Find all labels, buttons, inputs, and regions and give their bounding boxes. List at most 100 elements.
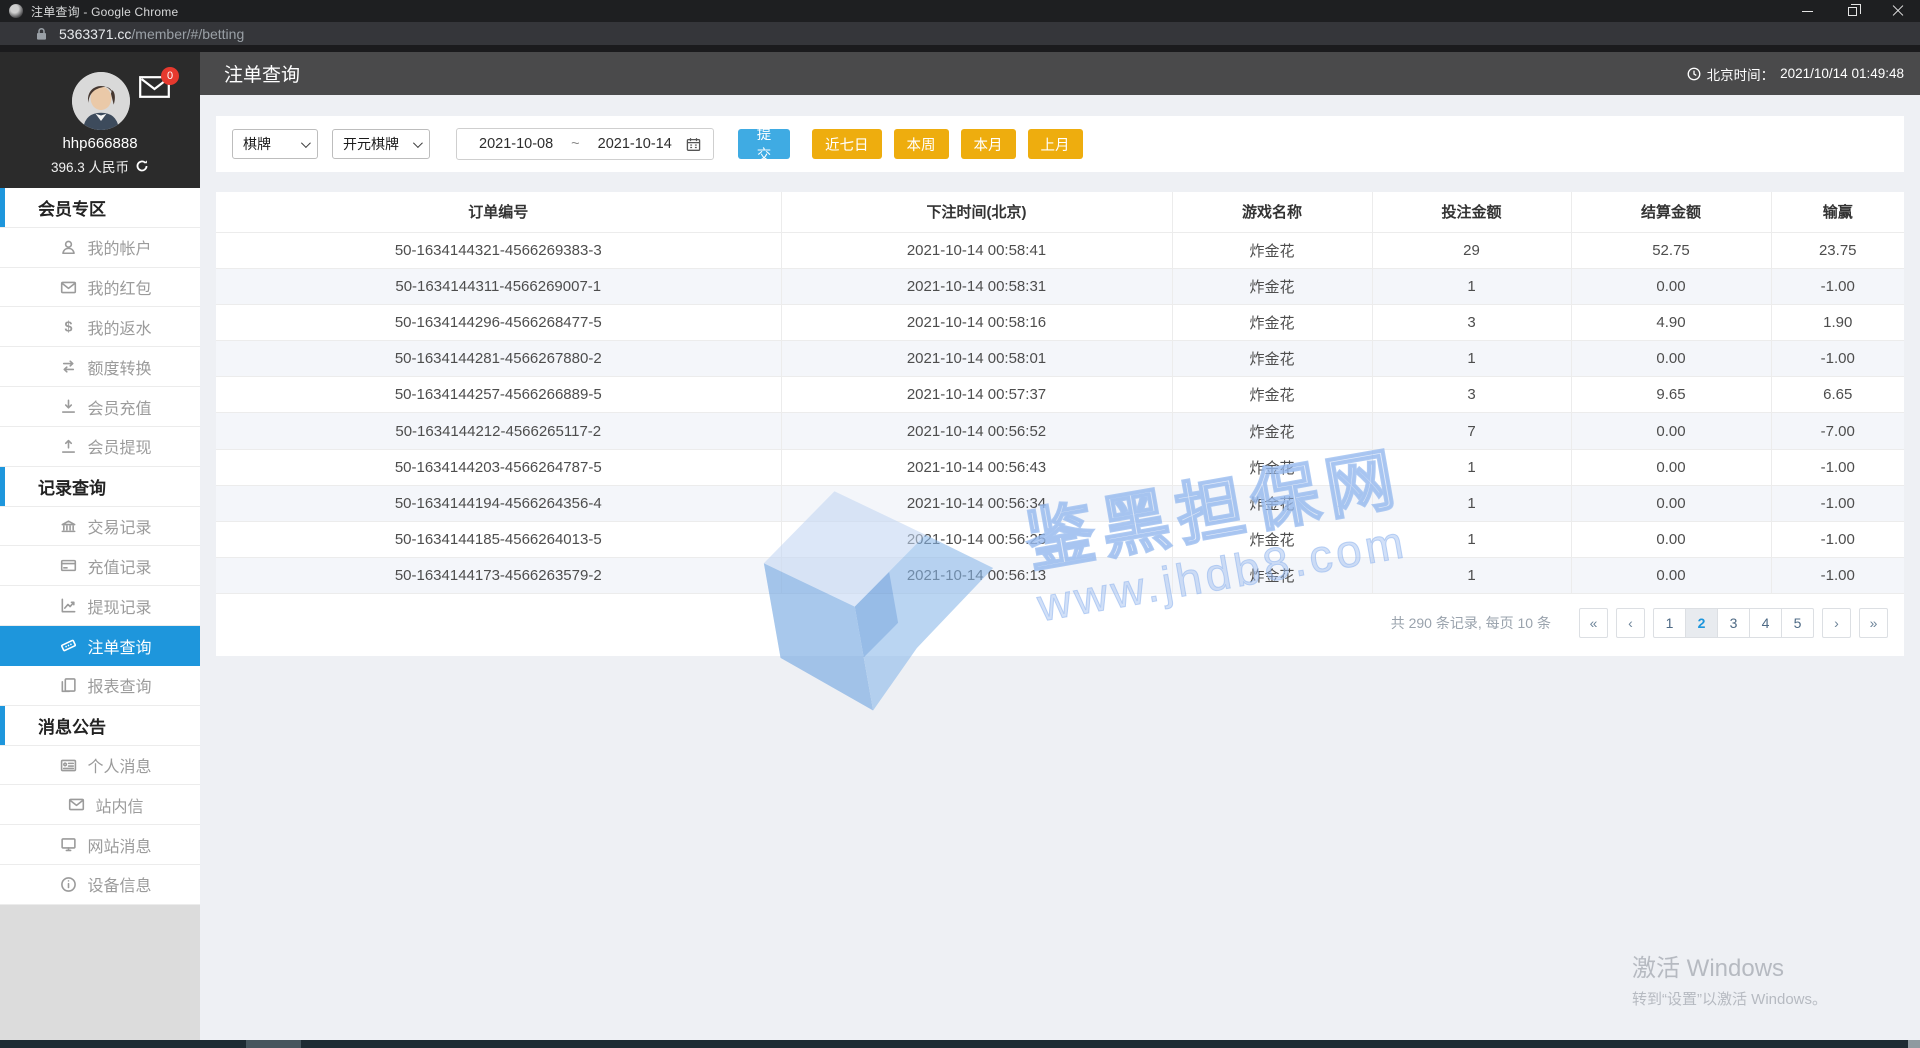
game-name-cell: 炸金花 bbox=[1171, 376, 1373, 414]
section-label: 消息公告 bbox=[38, 717, 106, 737]
lock-icon[interactable] bbox=[35, 27, 48, 41]
section-accent-bar bbox=[0, 466, 5, 506]
url-bar[interactable]: 5363371.cc/member/#/betting bbox=[0, 22, 1920, 45]
date-from-value: 2021-10-08 bbox=[479, 136, 554, 152]
url-host: 5363371.cc bbox=[59, 25, 132, 42]
sidebar-item-monitor[interactable]: 网站消息 bbox=[0, 825, 200, 866]
exchange-icon bbox=[63, 360, 75, 373]
sidebar-item-mail[interactable]: 站内信 bbox=[0, 785, 200, 826]
sidebar-section-header: 会员专区 bbox=[0, 188, 200, 228]
win-loss-cell: 23.75 bbox=[1770, 231, 1904, 269]
refresh-icon[interactable] bbox=[135, 159, 149, 173]
sidebar-item-user[interactable]: 我的帐户 bbox=[0, 227, 200, 268]
last-page-button[interactable]: » bbox=[1859, 608, 1888, 639]
column-header: 订单编号 bbox=[216, 192, 782, 233]
page-button-2[interactable]: 2 bbox=[1685, 608, 1718, 639]
order-id-cell: 50-1634144257-4566266889-5 bbox=[216, 376, 782, 414]
page-top-strip bbox=[0, 45, 1920, 52]
close-icon bbox=[1892, 5, 1904, 17]
restore-icon bbox=[1848, 3, 1861, 16]
quick-filter-button[interactable]: 上月 bbox=[1027, 129, 1083, 159]
page-button-4[interactable]: 4 bbox=[1749, 608, 1782, 639]
date-to-value: 2021-10-14 bbox=[597, 136, 672, 152]
date-range-input[interactable]: 2021-10-08 ~ 2021-10-14 bbox=[456, 128, 714, 160]
table-row: 50-1634144321-4566269383-3 2021-10-14 00:… bbox=[216, 231, 1904, 269]
game-name-cell: 炸金花 bbox=[1171, 267, 1373, 305]
sidebar-item-label: 提现记录 bbox=[87, 599, 152, 617]
deposit-icon bbox=[62, 399, 76, 413]
date-separator: ~ bbox=[571, 136, 580, 152]
page-button-1[interactable]: 1 bbox=[1653, 608, 1686, 639]
report-icon bbox=[62, 677, 77, 692]
balance: 396.3 人民币 bbox=[0, 156, 200, 176]
sidebar-item-exchange[interactable]: 额度转换 bbox=[0, 347, 200, 388]
sidebar-item-deposit[interactable]: 会员充值 bbox=[0, 387, 200, 427]
sidebar-item-info[interactable]: 设备信息 bbox=[0, 865, 200, 905]
quick-filter-button[interactable]: 近七日 bbox=[812, 129, 882, 159]
next-page-button[interactable]: › bbox=[1822, 608, 1851, 639]
minimize-icon bbox=[1802, 10, 1813, 12]
bet-time-cell: 2021-10-14 00:58:01 bbox=[780, 340, 1173, 378]
bet-time-cell: 2021-10-14 00:58:16 bbox=[780, 303, 1173, 342]
sidebar-item-report[interactable]: 报表查询 bbox=[0, 665, 200, 706]
submit-button[interactable]: 提交 bbox=[738, 127, 790, 164]
sidebar-item-idcard[interactable]: 个人消息 bbox=[0, 745, 200, 786]
sidebar-item-bank[interactable]: 交易记录 bbox=[0, 506, 200, 547]
settle-amount-cell: 0.00 bbox=[1570, 557, 1772, 595]
page-button-3[interactable]: 3 bbox=[1717, 608, 1750, 639]
sidebar-item-label: 站内信 bbox=[95, 798, 144, 816]
browser-titlebar: 注单查询 - Google Chrome bbox=[0, 0, 1920, 22]
restore-button[interactable] bbox=[1830, 0, 1875, 22]
screen: 注单查询 - Google Chrome 5363371.cc/member/#… bbox=[0, 0, 1920, 1048]
sidebar-item-ticket[interactable]: 注单查询 bbox=[0, 626, 200, 666]
activation-subtitle: 转到“设置”以激活 Windows。 bbox=[1632, 991, 1828, 1008]
sidebar-item-dollar[interactable]: $ 我的返水 bbox=[0, 307, 200, 348]
windows-activation-notice: 激活 Windows 转到“设置”以激活 Windows。 bbox=[1632, 948, 1827, 1009]
win-loss-cell: 6.65 bbox=[1770, 376, 1904, 414]
mail-icon bbox=[69, 798, 85, 811]
bet-time-cell: 2021-10-14 00:57:37 bbox=[780, 376, 1173, 414]
avatar bbox=[72, 72, 130, 130]
page-button-5[interactable]: 5 bbox=[1781, 608, 1814, 639]
game-category-select[interactable]: 棋牌 bbox=[232, 129, 318, 159]
sidebar-item-withdraw[interactable]: 会员提现 bbox=[0, 426, 200, 467]
bet-amount-cell: 3 bbox=[1371, 376, 1572, 414]
close-button[interactable] bbox=[1875, 0, 1920, 22]
column-header: 游戏名称 bbox=[1171, 192, 1373, 233]
minimize-button[interactable] bbox=[1785, 0, 1830, 22]
sidebar-item-redpacket[interactable]: 我的红包 bbox=[0, 267, 200, 308]
quick-filter-button[interactable]: 本周 bbox=[893, 129, 949, 159]
bet-amount-cell: 1 bbox=[1371, 340, 1572, 378]
mail-button[interactable]: 0 bbox=[139, 67, 179, 103]
order-id-cell: 50-1634144194-4566264356-4 bbox=[216, 484, 782, 523]
svg-text:$: $ bbox=[65, 320, 73, 336]
calendar-icon bbox=[686, 137, 701, 152]
section-label: 记录查询 bbox=[38, 478, 106, 498]
redpacket-icon bbox=[61, 281, 77, 293]
game-platform-select[interactable]: 开元棋牌 bbox=[332, 129, 430, 159]
bet-amount-cell: 1 bbox=[1371, 484, 1572, 523]
sidebar-item-card[interactable]: 充值记录 bbox=[0, 546, 200, 587]
bet-time-cell: 2021-10-14 00:58:41 bbox=[780, 231, 1173, 269]
sidebar-item-label: 充值记录 bbox=[87, 559, 152, 577]
url-text[interactable]: 5363371.cc/member/#/betting bbox=[59, 26, 244, 42]
sidebar-item-label: 我的红包 bbox=[87, 281, 152, 299]
sidebar-item-label: 报表查询 bbox=[87, 679, 152, 697]
settle-amount-cell: 0.00 bbox=[1570, 412, 1772, 450]
betting-table: 订单编号 下注时间(北京) 游戏名称 投注金额 结算金额 输赢 50-1634144321… bbox=[216, 192, 1904, 595]
username: hhp666888 bbox=[62, 135, 138, 152]
chevron-down-icon bbox=[300, 137, 311, 148]
sidebar-item-label: 设备信息 bbox=[87, 878, 152, 896]
bank-icon bbox=[62, 519, 76, 532]
quick-filter-button[interactable]: 本月 bbox=[960, 129, 1016, 159]
section-label: 会员专区 bbox=[38, 199, 106, 219]
game-name-cell: 炸金花 bbox=[1171, 520, 1373, 559]
sidebar: 0 hhp666888 396.3 人民币 会员专区我的帐户我的红包 $ 我的返水额… bbox=[0, 52, 200, 1048]
sidebar-item-chart[interactable]: 提现记录 bbox=[0, 586, 200, 627]
bet-amount-cell: 29 bbox=[1371, 231, 1572, 269]
first-page-button[interactable]: « bbox=[1579, 608, 1608, 639]
prev-page-button[interactable]: ‹ bbox=[1616, 608, 1645, 639]
taskbar-segment bbox=[1908, 1040, 1920, 1048]
table-row: 50-1634144296-4566268477-5 2021-10-14 00:… bbox=[216, 303, 1904, 342]
bet-amount-cell: 7 bbox=[1371, 412, 1572, 450]
